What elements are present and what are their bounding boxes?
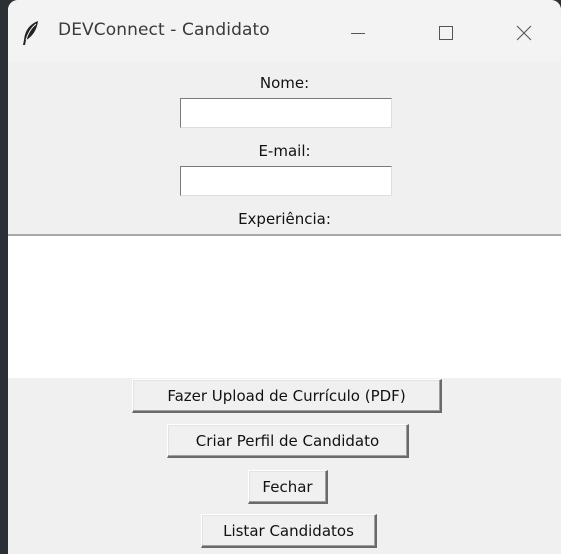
window-title: DEVConnect - Candidato [58,20,270,40]
create-profile-button[interactable]: Criar Perfil de Candidato [167,424,409,458]
experience-textarea[interactable] [8,234,561,378]
name-label: Nome: [259,74,310,92]
experience-label: Experiência: [238,210,331,228]
maximize-button[interactable] [426,13,466,53]
feather-icon [20,20,42,46]
title-bar[interactable]: DEVConnect - Candidato [8,0,561,62]
upload-resume-button[interactable]: Fazer Upload de Currículo (PDF) [132,379,442,413]
name-field[interactable] [180,98,392,128]
maximize-icon [437,24,455,42]
close-icon [515,24,533,42]
close-button[interactable] [504,13,544,53]
form-area: Nome: E-mail: Experiência: Fazer Upload … [8,62,561,554]
app-window: DEVConnect - Candidato Nome: E-mail: Exp… [8,0,561,554]
close-window-button[interactable]: Fechar [248,470,328,504]
email-field[interactable] [180,166,392,196]
minimize-icon [349,24,367,42]
minimize-button[interactable] [338,13,378,53]
email-label: E-mail: [258,142,311,160]
list-candidates-button[interactable]: Listar Candidatos [201,514,377,548]
